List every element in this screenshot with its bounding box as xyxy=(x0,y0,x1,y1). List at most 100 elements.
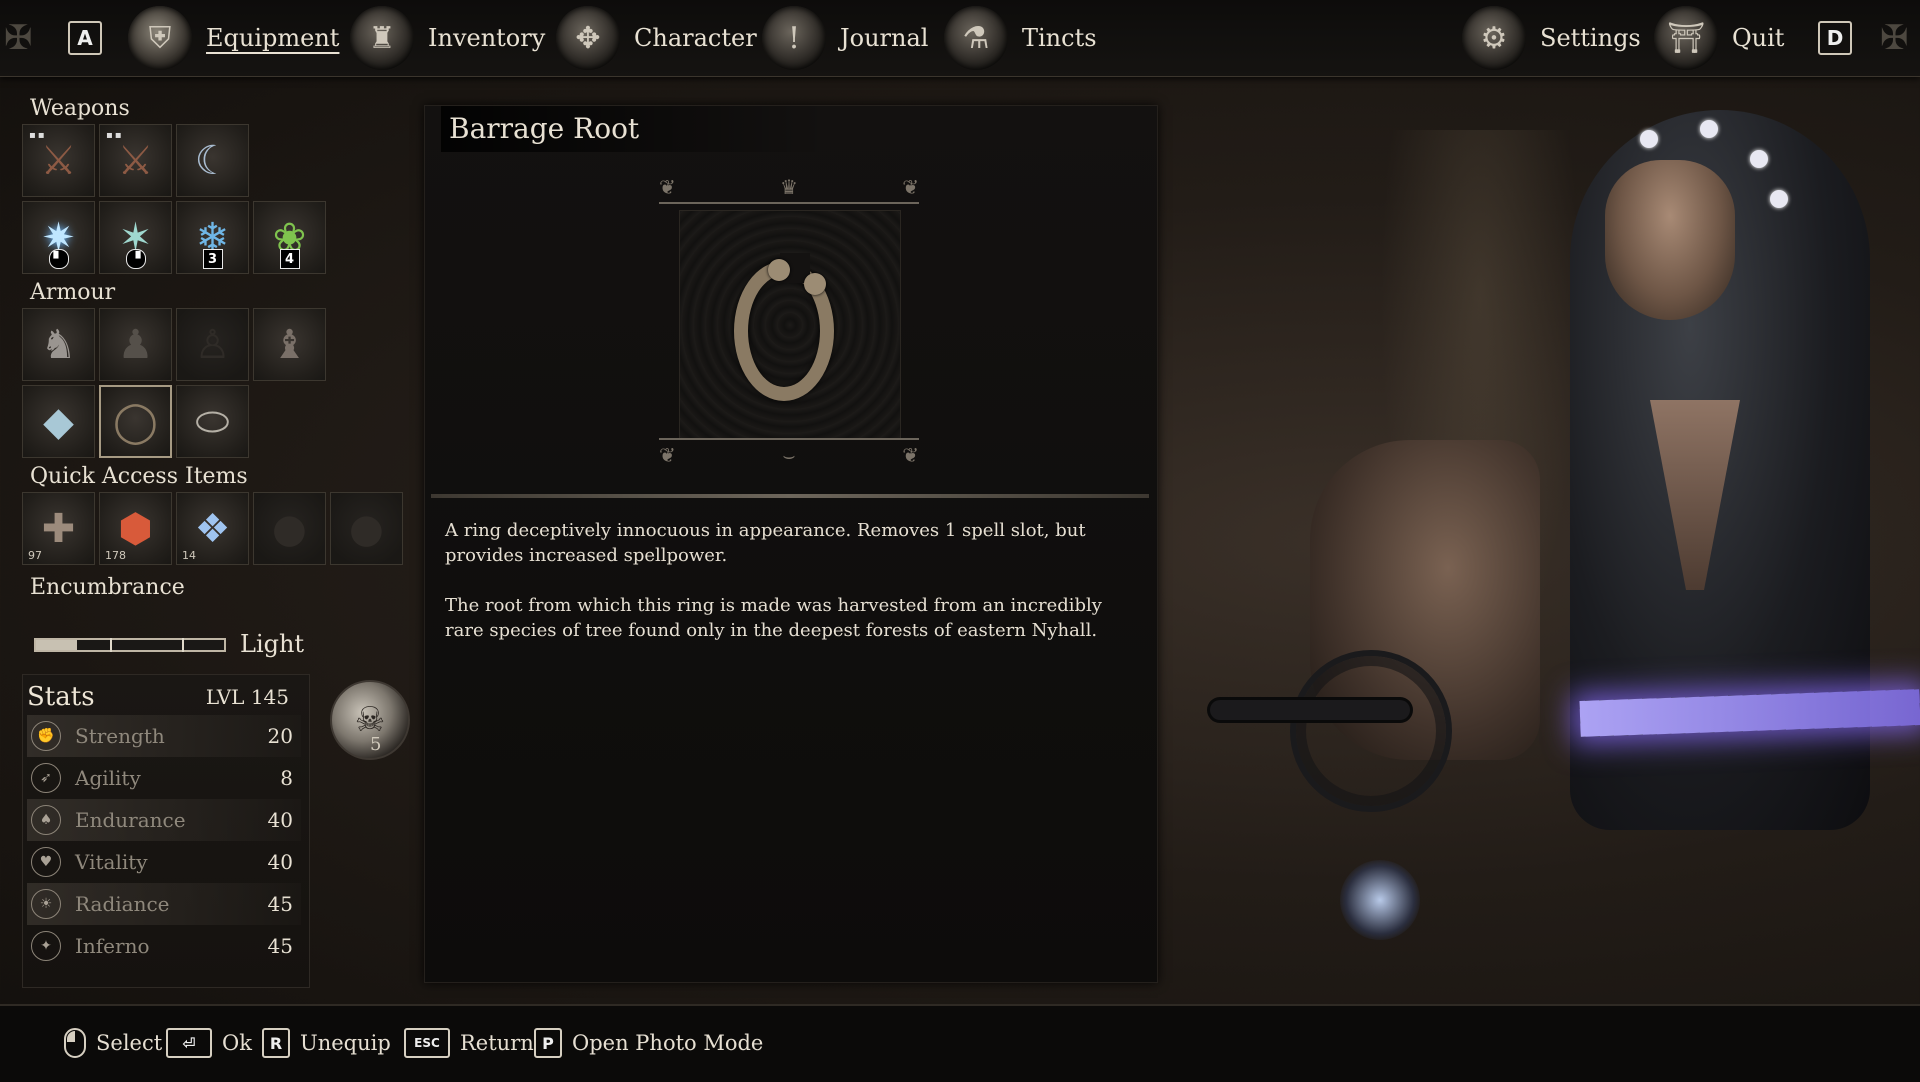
flower-crown-flower xyxy=(1770,190,1788,208)
stat-row-inferno[interactable]: ✦ Inferno 45 xyxy=(27,925,301,967)
divider xyxy=(431,494,1149,498)
weapon-slot[interactable]: ☾ xyxy=(176,124,249,197)
hint-label: Select xyxy=(96,1031,163,1055)
hint-label: Open Photo Mode xyxy=(572,1031,764,1055)
ornament-icon: ❦ ⌣ ❦ xyxy=(659,438,919,470)
sword-pommel-glow xyxy=(1340,860,1420,940)
legs-armour-icon: ♝ xyxy=(271,321,308,368)
stat-name: Agility xyxy=(75,766,141,790)
prev-tab-key[interactable]: A xyxy=(68,21,102,55)
quick-item-slot[interactable]: ● xyxy=(330,492,403,565)
item-preview-frame xyxy=(679,210,901,440)
ring-slot[interactable]: ⬭ xyxy=(176,385,249,458)
spell-slot[interactable]: ❄ 3 xyxy=(176,201,249,274)
spell-slot[interactable]: ❀ 4 xyxy=(253,201,326,274)
mouse-right-icon: ▝ xyxy=(125,249,146,269)
weapons-title: Weapons xyxy=(30,96,130,121)
inferno-icon: ✦ xyxy=(31,931,61,961)
crossbow-icon: ⚔ xyxy=(117,137,154,184)
quick-item-slot[interactable]: ❖ 14 xyxy=(176,492,249,565)
hint-photo-mode[interactable]: P Open Photo Mode xyxy=(534,1028,763,1058)
ring-root-tip xyxy=(768,259,790,281)
cloak-icon: ♟ xyxy=(117,321,154,368)
stat-name: Radiance xyxy=(75,892,170,916)
sword-hilt xyxy=(1210,700,1410,720)
armour-slot[interactable]: ♝ xyxy=(253,308,326,381)
quit-button[interactable]: ⛩ Quit xyxy=(1654,6,1784,70)
stat-row-strength[interactable]: ✊ Strength 20 xyxy=(27,715,301,757)
helmet-icon: ⛨ xyxy=(128,6,192,70)
ring-root-tip xyxy=(804,273,826,295)
stats-title: Stats xyxy=(27,682,95,712)
stat-row-radiance[interactable]: ☀ Radiance 45 xyxy=(27,883,301,925)
armour-slot[interactable]: ♙ xyxy=(176,308,249,381)
crossbow-icon: ⚔ xyxy=(40,137,77,184)
skull-count: 5 xyxy=(370,734,382,755)
empty-slot-icon: ♙ xyxy=(194,321,231,368)
settings-button[interactable]: ⚙ Settings xyxy=(1462,6,1641,70)
hint-ok[interactable]: ⏎ Ok xyxy=(166,1028,252,1058)
hotkey-badge: 4 xyxy=(279,249,300,269)
tab-tincts[interactable]: ⚗ Tincts xyxy=(944,6,1097,70)
ornament-icon: ❦ ♛ ❦ xyxy=(659,172,919,204)
ornament-icon: ✠ xyxy=(4,18,33,58)
quick-access-title: Quick Access Items xyxy=(30,464,248,489)
stat-row-agility[interactable]: ➶ Agility 8 xyxy=(27,757,301,799)
hint-label: Return xyxy=(460,1031,534,1055)
tab-inventory[interactable]: ♜ Inventory xyxy=(350,6,545,70)
hint-return[interactable]: ESC Return xyxy=(404,1028,534,1058)
strength-icon: ✊ xyxy=(31,721,61,751)
next-tab-key[interactable]: D xyxy=(1818,21,1852,55)
spell-slot[interactable]: ✷ ▘ xyxy=(22,201,95,274)
flower-crown-flower xyxy=(1750,150,1768,168)
radiance-icon: ☀ xyxy=(31,889,61,919)
hint-label: Ok xyxy=(222,1031,252,1055)
player-level: LVL 145 xyxy=(205,685,289,709)
chest-armour-icon: ♞ xyxy=(40,321,77,368)
encumbrance-bar xyxy=(34,638,226,652)
character-face xyxy=(1605,160,1735,320)
ring-slot-selected[interactable]: ◯ xyxy=(99,385,172,458)
stat-value: 40 xyxy=(267,808,293,832)
stat-name: Strength xyxy=(75,724,165,748)
hint-unequip[interactable]: R Unequip xyxy=(262,1028,391,1058)
encumbrance-title: Encumbrance xyxy=(30,575,185,600)
stat-row-endurance[interactable]: ♠ Endurance 40 xyxy=(27,799,301,841)
weapons-row: ▪▪ ⚔ ▪▪ ⚔ ☾ xyxy=(22,124,418,197)
quick-access-row: ✚ 97 ⬢ 178 ❖ 14 ● ● xyxy=(22,492,418,565)
crest-icon: ✥ xyxy=(556,6,620,70)
encumbrance-fill xyxy=(36,640,78,650)
item-name: Barrage Root xyxy=(441,106,829,152)
armour-slot[interactable]: ♞ xyxy=(22,308,95,381)
tab-tincts-label: Tincts xyxy=(1022,24,1097,52)
stats-panel: Stats LVL 145 ✊ Strength 20 ➶ Agility 8 … xyxy=(22,674,310,988)
stat-name: Inferno xyxy=(75,934,150,958)
vitality-icon: ♥ xyxy=(31,847,61,877)
tab-journal[interactable]: ! Journal xyxy=(762,6,928,70)
settings-label: Settings xyxy=(1540,24,1641,52)
encumbrance-tick xyxy=(110,638,112,652)
quick-item-slot[interactable]: ✚ 97 xyxy=(22,492,95,565)
weapon-slot[interactable]: ▪▪ ⚔ xyxy=(22,124,95,197)
hint-select[interactable]: Select xyxy=(64,1028,162,1058)
mouse-left-icon xyxy=(64,1028,86,1058)
quick-item-slot[interactable]: ⬢ 178 xyxy=(99,492,172,565)
ring-icon: ◯ xyxy=(113,398,158,445)
tab-character[interactable]: ✥ Character xyxy=(556,6,757,70)
amulet-icon: ◆ xyxy=(43,398,74,445)
hint-label: Unequip xyxy=(300,1031,391,1055)
quick-item-slot[interactable]: ● xyxy=(253,492,326,565)
top-navigation-bar: ✠ A ⛨ Equipment ♜ Inventory ✥ Character … xyxy=(0,0,1920,77)
gear-icon: ⚙ xyxy=(1462,6,1526,70)
spell-slot[interactable]: ✶ ▝ xyxy=(99,201,172,274)
stat-row-vitality[interactable]: ♥ Vitality 40 xyxy=(27,841,301,883)
item-detail-panel: Barrage Root ❦ ♛ ❦ ❦ ⌣ ❦ A ring deceptively … xyxy=(424,105,1158,983)
weapon-slot[interactable]: ▪▪ ⚔ xyxy=(99,124,172,197)
enter-key-icon: ⏎ xyxy=(166,1028,212,1058)
amulet-slot[interactable]: ◆ xyxy=(22,385,95,458)
door-icon: ⛩ xyxy=(1654,6,1718,70)
ornament-icon: ✠ xyxy=(1880,18,1909,58)
tab-equipment[interactable]: ⛨ Equipment xyxy=(128,6,339,70)
armour-slot[interactable]: ♟ xyxy=(99,308,172,381)
quill-icon: ! xyxy=(762,6,826,70)
